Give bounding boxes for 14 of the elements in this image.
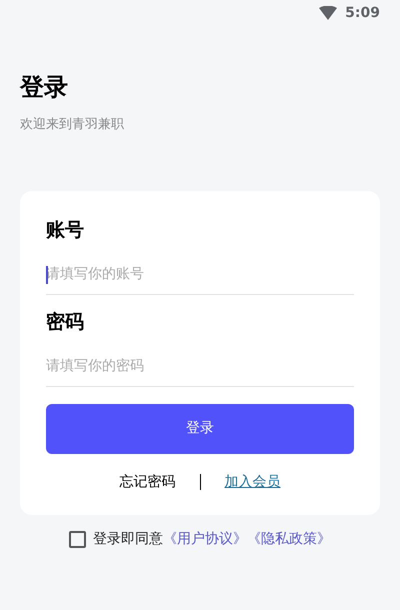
field-label: 密码: [46, 310, 85, 334]
welcome-subtitle: 欢迎来到青羽兼职: [20, 116, 125, 134]
page-title: 登录: [20, 72, 69, 103]
clock-time: 5:09: [345, 4, 380, 22]
forgot-password-link[interactable]: 忘记密码: [120, 472, 176, 492]
login-button[interactable]: 登录: [46, 404, 354, 454]
policy-link[interactable]: 《用户协议》: [163, 528, 247, 550]
policy-link[interactable]: 《隐私政策》: [247, 528, 331, 550]
agree-checkbox[interactable]: [69, 530, 86, 548]
wifi-icon: [319, 6, 338, 20]
field-label: 账号: [46, 218, 85, 242]
input-field[interactable]: 请填写你的密码: [46, 346, 354, 386]
join-member-link[interactable]: 加入会员: [224, 472, 280, 492]
agreement-text: 登录即同意: [93, 530, 163, 548]
